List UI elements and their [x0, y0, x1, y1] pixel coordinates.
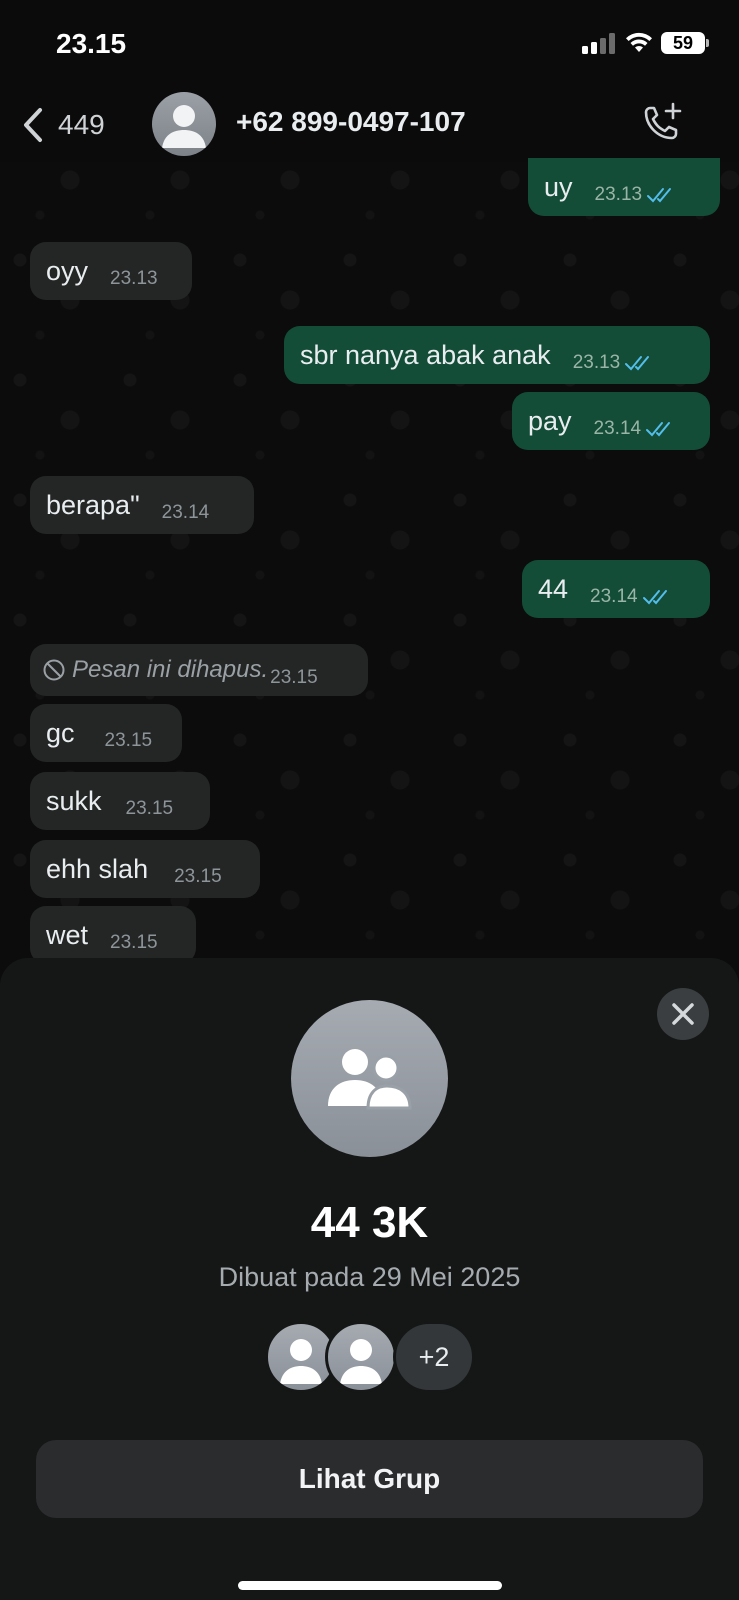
message-bubble-incoming[interactable]: oyy 23.13 — [30, 242, 192, 300]
contact-name[interactable]: +62 899-0497-107 — [236, 106, 466, 138]
message-bubble-incoming[interactable]: gc 23.15 — [30, 704, 182, 762]
person-icon — [340, 1339, 382, 1384]
group-name: 44 3K — [310, 1198, 429, 1247]
person-icon — [162, 105, 206, 148]
message-bubble-incoming[interactable]: sukk 23.15 — [30, 772, 210, 830]
message-text: sbr nanya abak anak — [300, 339, 551, 370]
read-ticks-icon — [647, 188, 672, 203]
message-text: pay — [528, 405, 572, 436]
message-time: 23.14 — [161, 502, 210, 523]
group-invite-sheet: 44 3K Dibuat pada 29 Mei 2025 +2 Lihat G… — [0, 958, 739, 1600]
message-time: 23.15 — [270, 667, 318, 688]
message-bubble-incoming[interactable]: ehh slah 23.15 — [30, 840, 260, 898]
message-time: 23.14 — [593, 418, 642, 439]
view-group-button[interactable]: Lihat Grup — [36, 1440, 703, 1518]
message-time: 23.15 — [174, 866, 222, 887]
member-avatar — [325, 1321, 397, 1393]
more-members-count: +2 — [393, 1321, 475, 1393]
read-ticks-icon — [642, 590, 667, 605]
add-call-icon[interactable] — [640, 100, 686, 146]
deleted-message-icon — [43, 659, 65, 681]
close-icon — [672, 1003, 694, 1025]
contact-avatar[interactable] — [152, 92, 216, 156]
message-text: sukk — [46, 785, 102, 816]
message-time: 23.15 — [125, 798, 174, 819]
message-text: gc — [46, 717, 75, 748]
group-avatar — [291, 1000, 448, 1157]
message-text: berapa" — [46, 489, 140, 520]
message-time: 23.15 — [110, 932, 158, 953]
message-text: 44 — [538, 573, 569, 604]
battery-tip — [706, 39, 709, 47]
message-time: 23.15 — [104, 730, 153, 751]
chat-header: 449 +62 899-0497-107 — [0, 90, 739, 162]
member-avatars: +2 — [265, 1321, 475, 1393]
read-ticks-icon — [646, 422, 671, 437]
close-button[interactable] — [657, 988, 709, 1040]
wifi-icon — [626, 32, 652, 52]
message-bubble-deleted[interactable]: Pesan ini dihapus. 23.15 — [30, 644, 368, 696]
message-bubble-outgoing[interactable]: uy 23.13 — [528, 158, 720, 216]
group-created-date: Dibuat pada 29 Mei 2025 — [218, 1262, 521, 1292]
message-text: oyy — [46, 255, 89, 286]
cellular-signal-icon — [582, 32, 616, 54]
message-time: 23.14 — [590, 586, 638, 607]
message-time: 23.13 — [572, 352, 621, 373]
message-text: Pesan ini dihapus. — [72, 656, 269, 683]
message-bubble-incoming[interactable]: wet 23.15 — [30, 906, 196, 964]
unread-count: 449 — [58, 109, 105, 140]
back-button[interactable]: 449 — [18, 100, 105, 150]
message-bubble-outgoing[interactable]: pay 23.14 — [512, 392, 710, 450]
home-indicator[interactable] — [238, 1581, 502, 1590]
chevron-left-icon — [24, 108, 42, 142]
group-icon — [327, 1048, 412, 1109]
message-bubble-outgoing[interactable]: sbr nanya abak anak 23.13 — [284, 326, 710, 384]
battery-icon: 59 — [661, 32, 705, 54]
message-text: ehh slah — [46, 853, 149, 884]
message-bubble-incoming[interactable]: berapa" 23.14 — [30, 476, 254, 534]
message-text: wet — [46, 919, 89, 950]
message-time: 23.13 — [110, 268, 158, 289]
message-text: uy — [544, 171, 573, 202]
read-ticks-icon — [625, 356, 650, 371]
status-bar: 23.15 59 — [0, 0, 739, 90]
message-bubble-outgoing[interactable]: 44 23.14 — [522, 560, 710, 618]
message-time: 23.13 — [594, 184, 643, 205]
status-time: 23.15 — [56, 28, 127, 59]
